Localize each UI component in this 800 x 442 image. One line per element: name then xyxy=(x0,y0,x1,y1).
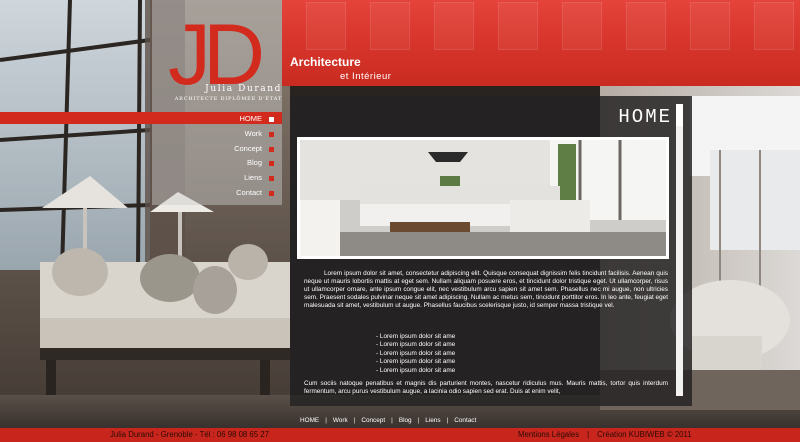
nav-item-label: HOME xyxy=(239,114,263,123)
nav-item-label: Work xyxy=(244,128,262,138)
footer-link-concept[interactable]: Concept xyxy=(361,417,385,424)
nav-item-contact[interactable]: Contact xyxy=(152,186,282,201)
footer-contact-info: Julia Durand - Grenoble - Tél : 06 98 08… xyxy=(110,430,269,439)
footer-link-liens[interactable]: Liens xyxy=(425,417,440,424)
window-reflection xyxy=(306,2,346,50)
nav-item-label: Contact xyxy=(236,187,262,197)
intro-paragraph: Lorem ipsum dolor sit amet, consectetur … xyxy=(304,270,668,310)
nav-item-label: Liens xyxy=(244,173,262,183)
list-item: - Lorem ipsum dolor sit ame xyxy=(376,349,456,357)
credit-link[interactable]: Création KUBIWEB © 2011 xyxy=(597,430,691,439)
main-nav: HOME Work Concept Blog Liens Contact xyxy=(152,112,282,201)
second-paragraph: Cum sociis natoque penatibus et magnis d… xyxy=(304,380,668,396)
tagline-architecture: Architecture xyxy=(290,55,361,69)
brand-name: Julia Durand xyxy=(205,84,282,94)
nav-bullet-icon xyxy=(269,117,274,122)
footer-nav: HOME | Work | Concept | Blog | Liens | C… xyxy=(300,413,476,427)
content-scrollbar[interactable] xyxy=(676,104,683,396)
nav-item-liens[interactable]: Liens xyxy=(152,171,282,186)
nav-item-work[interactable]: Work xyxy=(152,127,282,142)
nav-bullet-icon xyxy=(269,146,274,152)
scrollbar-thumb[interactable] xyxy=(676,104,683,126)
window-reflection xyxy=(498,2,538,50)
footer-nav-separator: | xyxy=(417,416,420,424)
nav-bullet-icon xyxy=(269,131,274,137)
living-room-photo xyxy=(300,140,666,256)
nav-item-label: Concept xyxy=(234,143,262,153)
footer-nav-separator: | xyxy=(353,416,356,424)
footer-link-home[interactable]: HOME xyxy=(300,417,319,424)
nav-item-home[interactable]: HOME xyxy=(152,112,282,127)
window-reflection xyxy=(562,2,602,50)
footer-nav-separator: | xyxy=(391,416,393,424)
footer-credits: Mentions Légales | Création KUBIWEB © 20… xyxy=(518,430,692,439)
nav-bullet-icon xyxy=(269,161,274,167)
nav-item-blog[interactable]: Blog xyxy=(152,156,282,171)
footer-link-blog[interactable]: Blog xyxy=(399,417,412,424)
window-reflection xyxy=(754,2,794,50)
footer-nav-separator: | xyxy=(446,416,449,424)
nav-bullet-icon xyxy=(269,190,274,196)
footer-bar: Julia Durand - Grenoble - Tél : 06 98 08… xyxy=(0,428,800,442)
tagline-interieur: et Intérieur xyxy=(340,71,392,82)
footer-link-work[interactable]: Work xyxy=(333,417,348,424)
nav-bullet-icon xyxy=(269,176,274,182)
footer-link-contact[interactable]: Contact xyxy=(454,417,476,424)
window-reflection xyxy=(690,2,730,50)
nav-item-concept[interactable]: Concept xyxy=(152,142,282,157)
window-reflection xyxy=(434,2,474,50)
brand-subtitle: Architecte Diplômée d'État xyxy=(174,96,282,102)
list-item: - Lorem ipsum dolor sit ame xyxy=(376,358,456,366)
feature-list: - Lorem ipsum dolor sit ame - Lorem ipsu… xyxy=(376,333,455,375)
footer-separator: | xyxy=(587,430,590,439)
nav-item-label: Blog xyxy=(246,158,262,168)
list-item: - Lorem ipsum dolor sit ame xyxy=(376,341,456,349)
list-item: - Lorem ipsum dolor sit ame xyxy=(376,333,456,340)
legal-notice-link[interactable]: Mentions Légales xyxy=(518,430,579,439)
list-item: - Lorem ipsum dolor sit ame xyxy=(376,366,456,374)
feature-image xyxy=(297,137,669,259)
window-reflection xyxy=(370,2,410,50)
window-reflection xyxy=(626,2,666,50)
page-title: HOME xyxy=(618,106,672,128)
footer-nav-separator: | xyxy=(325,416,327,424)
